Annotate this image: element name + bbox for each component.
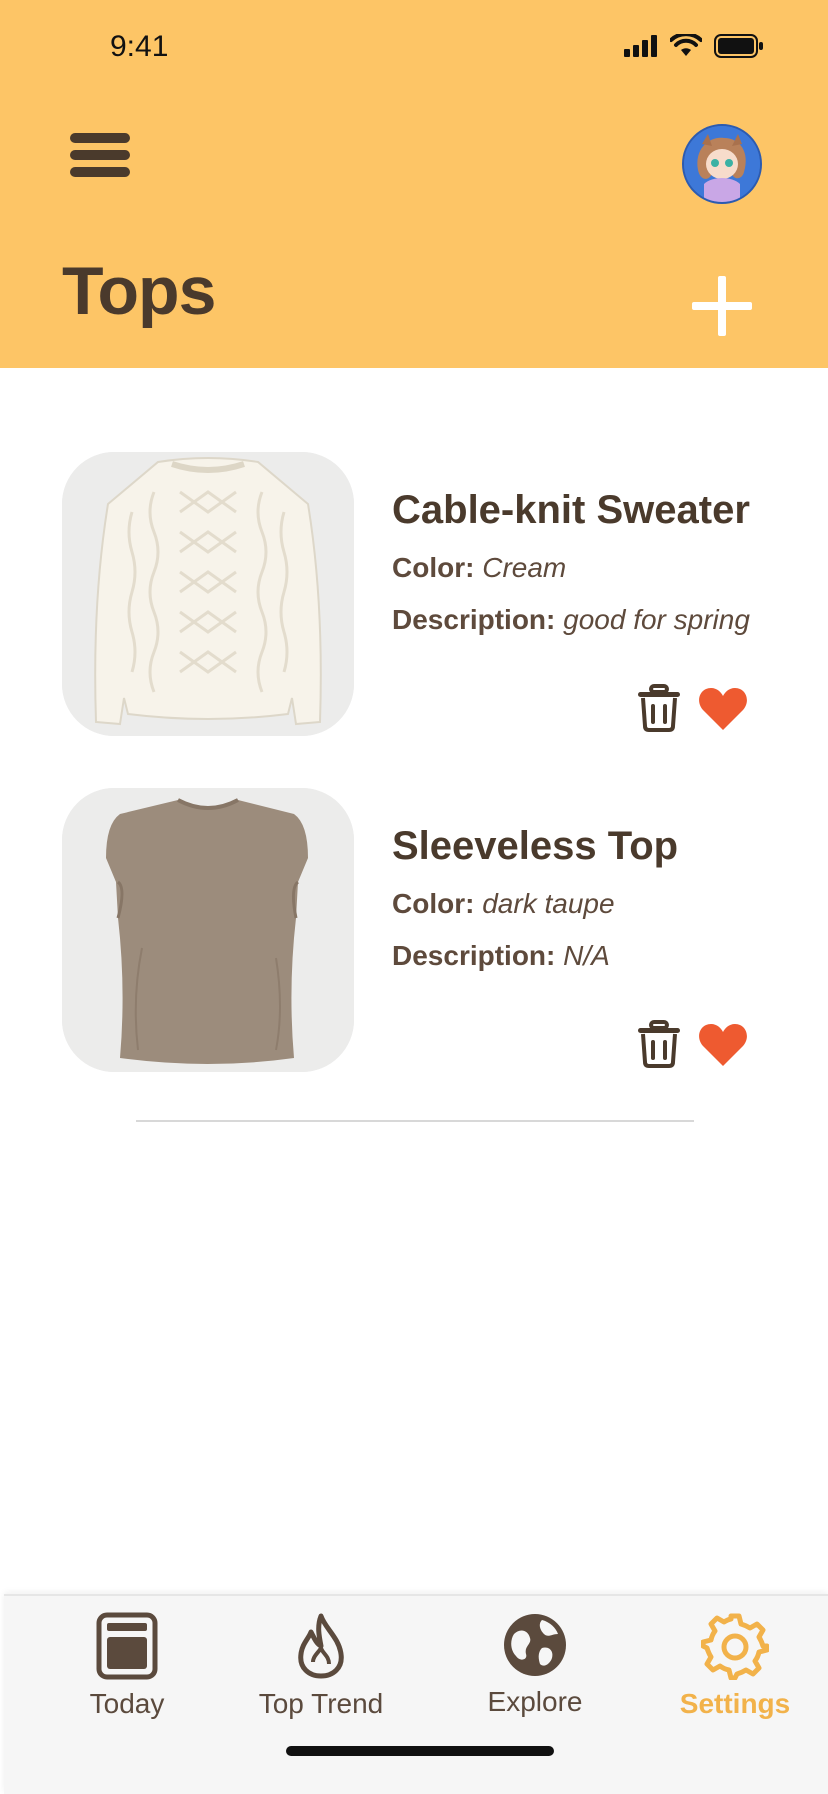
description-value: good for spring	[563, 604, 750, 635]
heart-icon[interactable]	[698, 686, 748, 732]
item-name: Cable-knit Sweater	[392, 488, 750, 532]
home-indicator	[286, 1746, 554, 1756]
color-value: Cream	[482, 552, 567, 583]
trash-icon[interactable]	[636, 684, 682, 732]
item-color: Color: Cream	[392, 552, 566, 584]
list-item[interactable]: Cable-knit Sweater Color: Cream Descript…	[62, 452, 762, 736]
item-description: Description: N/A	[392, 940, 610, 972]
item-name: Sleeveless Top	[392, 824, 679, 868]
calendar-icon	[96, 1612, 158, 1680]
description-value: N/A	[563, 940, 610, 971]
item-description: Description: good for spring	[392, 604, 750, 636]
battery-icon	[714, 34, 763, 58]
description-label: Description:	[392, 604, 556, 635]
color-value: dark taupe	[482, 888, 615, 919]
tab-bar: Today Top Trend Explore Settings	[4, 1594, 828, 1794]
trash-icon[interactable]	[636, 1020, 682, 1068]
color-label: Color:	[392, 552, 475, 583]
tab-label: Top Trend	[258, 1688, 384, 1719]
tab-explore[interactable]: Explore	[450, 1612, 620, 1718]
hamburger-menu-icon[interactable]	[70, 133, 130, 177]
tab-top-trend[interactable]: Top Trend	[236, 1612, 406, 1720]
tab-label: Settings	[679, 1688, 791, 1719]
signal-icon	[624, 35, 657, 57]
header: 9:41 Tops	[0, 0, 828, 368]
tab-today[interactable]: Today	[42, 1612, 212, 1720]
color-label: Color:	[392, 888, 475, 919]
list-item[interactable]: Sleeveless Top Color: dark taupe Descrip…	[62, 788, 762, 1072]
status-icons	[624, 34, 764, 58]
add-item-button[interactable]	[690, 274, 754, 338]
avatar-illustration	[684, 126, 760, 202]
item-color: Color: dark taupe	[392, 888, 615, 920]
page-title: Tops	[62, 253, 216, 329]
flame-icon	[298, 1613, 344, 1679]
gear-icon	[701, 1613, 769, 1680]
wifi-icon	[670, 34, 702, 56]
tab-label: Explore	[487, 1686, 583, 1717]
sleeveless-top-image	[62, 788, 354, 1072]
user-avatar[interactable]	[682, 124, 762, 204]
heart-icon[interactable]	[698, 1022, 748, 1068]
sweater-image	[62, 452, 354, 736]
status-time: 9:41	[110, 30, 169, 63]
tab-label: Today	[89, 1688, 165, 1719]
description-label: Description:	[392, 940, 556, 971]
list-divider	[136, 1120, 694, 1122]
tab-settings[interactable]: Settings	[650, 1612, 820, 1720]
globe-icon	[504, 1614, 566, 1676]
